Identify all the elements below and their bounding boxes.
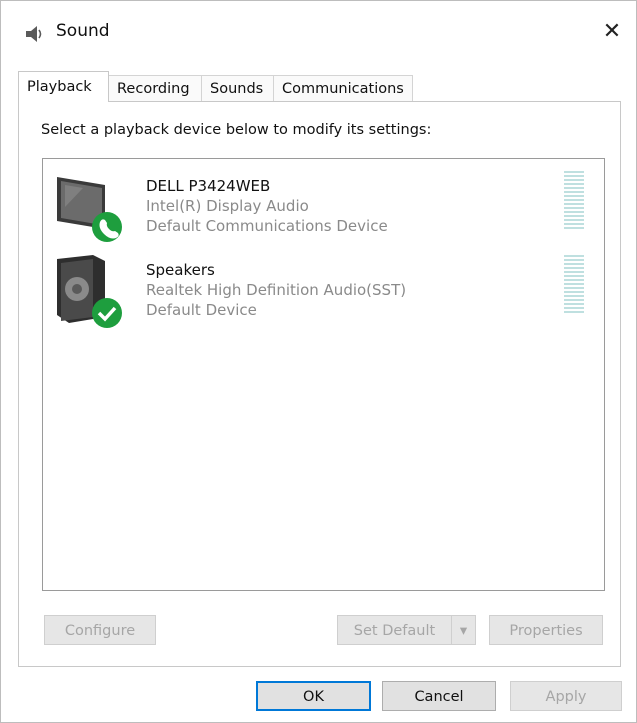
close-button[interactable]: ✕ [597, 17, 627, 47]
set-default-dropdown-arrow[interactable]: ▾ [451, 615, 476, 645]
configure-button[interactable]: Configure [44, 615, 156, 645]
speaker-device-icon [57, 255, 122, 328]
tab-communications[interactable]: Communications [273, 75, 413, 101]
sound-dialog: Sound ✕ Playback Recording Sounds Commun… [0, 0, 637, 723]
tab-sounds[interactable]: Sounds [201, 75, 274, 101]
tab-strip: Playback Recording Sounds Communications [18, 71, 618, 103]
properties-button[interactable]: Properties [489, 615, 603, 645]
device-name: DELL P3424WEB [146, 177, 271, 195]
volume-meter [564, 255, 584, 315]
device-name: Speakers [146, 261, 215, 279]
device-driver: Intel(R) Display Audio [146, 197, 309, 215]
monitor-icon [57, 177, 122, 242]
set-default-button[interactable]: Set Default [337, 615, 452, 645]
apply-button[interactable]: Apply [510, 681, 622, 711]
window-title: Sound [56, 21, 110, 41]
ok-button[interactable]: OK [256, 681, 371, 711]
device-driver: Realtek High Definition Audio(SST) [146, 281, 407, 299]
device-item-speakers[interactable]: Speakers Realtek High Definition Audio(S… [43, 251, 604, 331]
volume-meter [564, 171, 584, 231]
device-list[interactable]: DELL P3424WEB Intel(R) Display Audio Def… [42, 158, 605, 591]
set-default-split-button: Set Default ▾ [337, 615, 477, 645]
title-bar: Sound ✕ [1, 1, 636, 63]
device-status: Default Communications Device [146, 217, 388, 235]
playback-panel: Select a playback device below to modify… [18, 101, 621, 667]
device-item-dell[interactable]: DELL P3424WEB Intel(R) Display Audio Def… [43, 167, 604, 247]
device-status: Default Device [146, 301, 257, 319]
cancel-button[interactable]: Cancel [382, 681, 496, 711]
speaker-icon [26, 26, 42, 42]
checkmark-badge-icon [92, 298, 122, 328]
tab-recording[interactable]: Recording [108, 75, 202, 101]
instruction-text: Select a playback device below to modify… [41, 122, 432, 138]
tab-playback[interactable]: Playback [18, 71, 109, 102]
